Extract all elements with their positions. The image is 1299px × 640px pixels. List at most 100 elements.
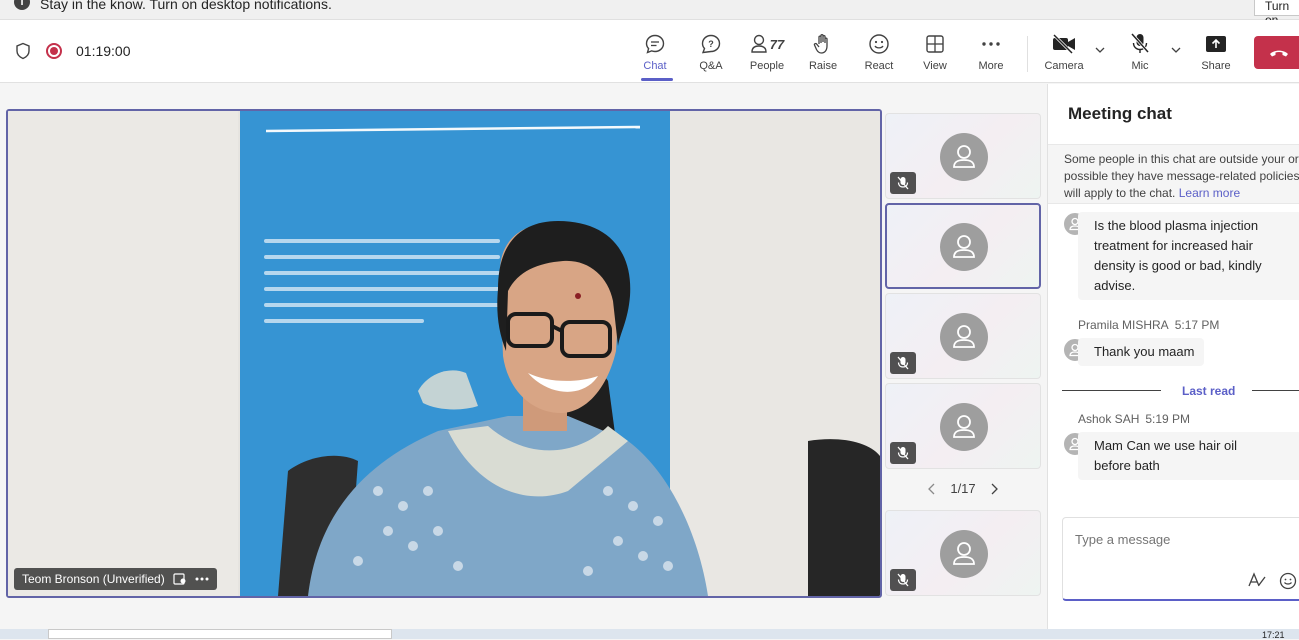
meeting-toolbar: 01:19:00 Chat ? Q&A 77 People Raise Reac… xyxy=(0,20,1299,83)
message-text: before bath xyxy=(1094,458,1160,473)
share-label: Share xyxy=(1201,60,1231,72)
message-text: Is the blood plasma injection xyxy=(1094,218,1259,233)
chat-message: Is the blood plasma injection treatment … xyxy=(1078,212,1299,300)
notice-line: Some people in this chat are outside you… xyxy=(1064,152,1299,166)
gallery-pager: 1/17 xyxy=(885,481,1041,497)
notification-message: Stay in the know. Turn on desktop notifi… xyxy=(40,0,332,12)
more-icon xyxy=(982,42,1000,46)
more-label: More xyxy=(978,60,1004,72)
message-text: Thank you maam xyxy=(1094,344,1195,359)
chat-message: Mam Can we use hair oil before bath xyxy=(1078,432,1299,480)
pinned-icon xyxy=(173,573,186,585)
react-button[interactable]: React xyxy=(853,32,905,76)
hand-icon xyxy=(813,33,828,54)
camera-options-chevron-down-icon[interactable] xyxy=(1094,44,1106,56)
emoji-icon[interactable] xyxy=(1279,572,1297,590)
chat-title: Meeting chat xyxy=(1068,104,1172,123)
participant-tile[interactable] xyxy=(885,293,1041,379)
shield-icon[interactable] xyxy=(14,42,32,60)
participant-name-tag: Teom Bronson (Unverified) xyxy=(14,568,217,590)
person-icon xyxy=(953,325,975,348)
message-text: Mam Can we use hair oil xyxy=(1094,438,1238,453)
chevron-right-icon[interactable] xyxy=(989,483,999,495)
raise-label: Raise xyxy=(808,60,838,72)
meeting-timer: 01:19:00 xyxy=(76,43,131,59)
view-label: View xyxy=(923,60,947,72)
main-video-feed[interactable]: Teom Bronson (Unverified) xyxy=(6,109,882,598)
chevron-left-icon[interactable] xyxy=(927,483,937,495)
muted-mic-icon xyxy=(890,569,916,591)
person-icon xyxy=(953,415,975,438)
muted-mic-icon xyxy=(890,442,916,464)
view-button[interactable]: View xyxy=(909,32,961,76)
mic-options-chevron-down-icon[interactable] xyxy=(1170,44,1182,56)
grid-icon xyxy=(926,35,944,53)
mic-button[interactable]: Mic xyxy=(1114,32,1166,76)
more-button[interactable]: More xyxy=(965,32,1017,76)
share-icon xyxy=(1206,36,1226,52)
people-count: 77 xyxy=(769,36,785,52)
divider-line xyxy=(1062,390,1161,391)
toolbar-divider xyxy=(1027,36,1028,72)
message-meta: Pramila MISHRA 5:17 PM xyxy=(1078,318,1219,332)
participant-tile-active[interactable] xyxy=(885,203,1041,289)
muted-mic-icon xyxy=(890,352,916,374)
avatar xyxy=(940,133,988,181)
people-label: People xyxy=(749,60,785,72)
qa-label: Q&A xyxy=(699,60,723,72)
people-button[interactable]: 77 People xyxy=(741,32,793,76)
sender-name: Pramila MISHRA xyxy=(1078,318,1169,332)
message-time: 5:19 PM xyxy=(1145,412,1191,426)
participant-tile[interactable] xyxy=(885,510,1041,596)
person-icon xyxy=(953,542,975,565)
hang-up-icon xyxy=(1270,50,1288,57)
message-text: advise. xyxy=(1094,278,1136,293)
compose-box[interactable] xyxy=(1062,517,1299,601)
leave-button[interactable] xyxy=(1254,36,1299,69)
mic-off-icon xyxy=(1130,33,1150,53)
external-policy-notice: Some people in this chat are outside you… xyxy=(1048,144,1299,204)
avatar xyxy=(940,530,988,578)
avatar xyxy=(940,223,988,271)
notification-bar: i Stay in the know. Turn on desktop noti… xyxy=(0,0,1299,27)
format-icon[interactable] xyxy=(1247,572,1267,588)
chat-label: Chat xyxy=(643,60,667,72)
chat-icon xyxy=(645,34,665,54)
share-button[interactable]: Share xyxy=(1190,32,1242,76)
participant-tile[interactable] xyxy=(885,383,1041,469)
camera-label: Camera xyxy=(1044,60,1084,72)
last-read-label: Last read xyxy=(1182,384,1236,398)
camera-button[interactable]: Camera xyxy=(1038,32,1090,76)
avatar xyxy=(940,313,988,361)
qa-button[interactable]: ? Q&A xyxy=(685,32,737,76)
taskbar-search-box[interactable] xyxy=(48,629,392,639)
qa-icon: ? xyxy=(701,34,721,54)
message-input[interactable] xyxy=(1075,532,1295,547)
divider-line xyxy=(1252,390,1299,391)
turn-on-notifications-button[interactable]: Turn on xyxy=(1254,0,1299,27)
message-text: treatment for increased hair xyxy=(1094,238,1253,253)
camera-off-icon xyxy=(1052,34,1075,54)
message-time: 5:17 PM xyxy=(1174,318,1220,332)
person-icon xyxy=(953,235,975,258)
learn-more-link[interactable]: Learn more xyxy=(1179,186,1240,200)
recording-indicator-icon xyxy=(46,43,62,59)
chat-message: Thank you maam xyxy=(1078,338,1205,366)
last-read-divider: Last read xyxy=(1062,384,1299,398)
mic-label: Mic xyxy=(1131,60,1149,72)
participant-tile[interactable] xyxy=(885,113,1041,199)
person-icon xyxy=(953,145,975,168)
avatar xyxy=(940,403,988,451)
video-frame-image xyxy=(8,111,880,596)
participant-name: Teom Bronson (Unverified) xyxy=(22,572,165,586)
react-label: React xyxy=(864,60,894,72)
meeting-stage: Teom Bronson (Unverified) 1/17 xyxy=(0,84,1047,629)
raise-hand-button[interactable]: Raise xyxy=(797,32,849,76)
more-options-icon[interactable] xyxy=(195,577,209,581)
muted-mic-icon xyxy=(890,172,916,194)
sender-name: Ashok SAH xyxy=(1078,412,1140,426)
chat-button[interactable]: Chat xyxy=(629,32,681,81)
emoji-icon xyxy=(869,34,889,54)
os-taskbar: 17:21 xyxy=(0,629,1299,640)
message-text: density is good or bad, kindly xyxy=(1094,258,1262,273)
